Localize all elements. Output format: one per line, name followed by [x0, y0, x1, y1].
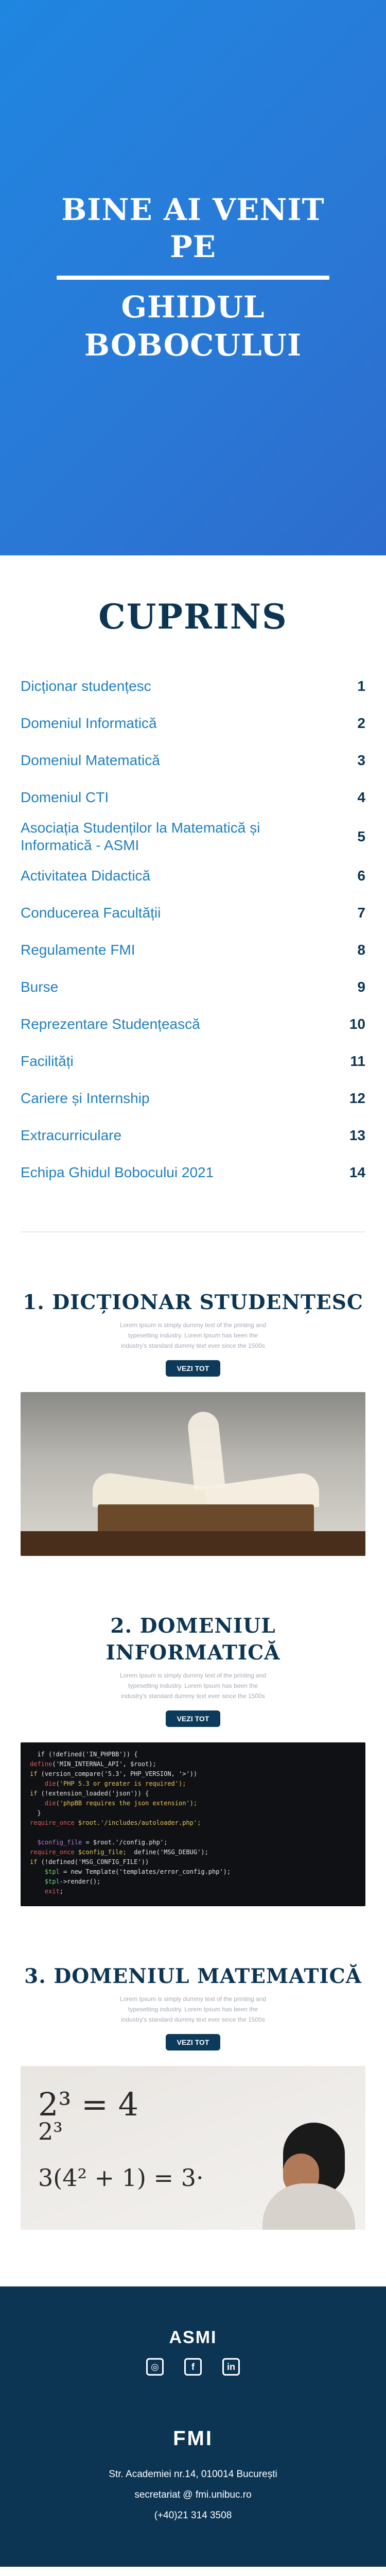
- toc-item[interactable]: Extracurriculare 13: [21, 1117, 365, 1154]
- toc-item-label[interactable]: Domeniul Informatică: [21, 715, 157, 732]
- code-line: if (version_compare('5.3', PHP_VERSION, …: [30, 1770, 198, 1777]
- toc-item-number: 6: [357, 868, 365, 884]
- toc-item-number: 5: [357, 828, 365, 844]
- code-line: if (!defined('MSG_CONFIG_FILE')): [30, 1858, 149, 1866]
- toc-item[interactable]: Echipa Ghidul Bobocului 2021 14: [21, 1154, 365, 1191]
- linkedin-icon[interactable]: in: [222, 2358, 240, 2376]
- toc-item-label[interactable]: Dicționar studențesc: [21, 677, 151, 695]
- toc-item[interactable]: Asociația Studenților la Matematică și I…: [21, 816, 365, 857]
- toc-item-number: 13: [349, 1127, 365, 1143]
- toc-item[interactable]: Burse 9: [21, 969, 365, 1006]
- toc-item[interactable]: Domeniul CTI 4: [21, 779, 365, 816]
- hero-title-line1: BINE AI VENIT PE: [61, 192, 325, 264]
- toc-item[interactable]: Conducerea Facultății 7: [21, 894, 365, 931]
- toc-item[interactable]: Cariere și Internship 12: [21, 1080, 365, 1117]
- view-all-button[interactable]: VEZI TOT: [165, 1360, 221, 1377]
- toc-list: Dicționar studențesc 1 Domeniul Informati…: [21, 668, 365, 1191]
- hero-title-line2: GHIDUL BOBOCULUI: [84, 290, 302, 363]
- toc-item[interactable]: Domeniul Informatică 2: [21, 705, 365, 742]
- toc-item-label[interactable]: Facilități: [21, 1053, 74, 1070]
- code-line: require_once $root.'/includes/autoloader…: [30, 1819, 201, 1826]
- footer-subtitle: FMI: [173, 2427, 213, 2450]
- social-links: ◎ f in: [0, 2358, 386, 2376]
- toc-item-number: 2: [357, 715, 365, 731]
- section-title: 1. DICȚIONAR STUDENȚESC: [23, 1291, 363, 1314]
- toc-item-label[interactable]: Activitatea Didactică: [21, 867, 150, 885]
- section-description: Lorem Ipsum is simply dummy text of the …: [119, 1672, 267, 1700]
- toc-item-number: 7: [357, 905, 365, 921]
- toc-item-number: 9: [357, 979, 365, 995]
- toc-item[interactable]: Reprezentare Studențească 10: [21, 1006, 365, 1043]
- child-body: [262, 2183, 355, 2230]
- code-line: require_once $config_file; define('MSG_D…: [30, 1849, 208, 1856]
- code-line: define('MIN_INTERNAL_API', $root);: [30, 1760, 156, 1768]
- toc-item-label[interactable]: Asociația Studenților la Matematică și I…: [21, 819, 309, 854]
- code-line: $tpl = new Template('templates/error_con…: [30, 1868, 231, 1875]
- footer-email[interactable]: secretariat @ fmi.unibuc.ro: [0, 2486, 386, 2504]
- toc-item-number: 4: [357, 789, 365, 805]
- footer-title: ASMI: [169, 2328, 217, 2347]
- toc-item-label[interactable]: Burse: [21, 978, 58, 996]
- code-line: die('phpBB requires the json extension')…: [30, 1800, 198, 1807]
- toc-item[interactable]: Regulamente FMI 8: [21, 931, 365, 969]
- section-description: Lorem Ipsum is simply dummy text of the …: [119, 1321, 267, 1349]
- toc-item-number: 8: [357, 942, 365, 958]
- code-line: exit;: [30, 1888, 64, 1895]
- toc-item-number: 12: [349, 1090, 365, 1106]
- section-title: 3. DOMENIUL MATEMATICĂ: [24, 1964, 362, 1988]
- table-surface: [21, 1531, 365, 1556]
- toc-item-label[interactable]: Reprezentare Studențească: [21, 1015, 200, 1033]
- view-all-button[interactable]: VEZI TOT: [165, 1710, 221, 1727]
- code-line: $tpl->render();: [30, 1878, 101, 1885]
- math-board-image: 2³ = 4 2³ 3(4² + 1) = 3·: [21, 2066, 365, 2230]
- book-flipping-page: [186, 1410, 225, 1490]
- code-line: }: [30, 1809, 41, 1817]
- toc-item-number: 14: [349, 1164, 365, 1180]
- code-screen-image: if (!defined('IN_PHPBB')) { define('MIN_…: [21, 1742, 365, 1906]
- toc-item-label[interactable]: Conducerea Facultății: [21, 904, 161, 922]
- section-description: Lorem Ipsum is simply dummy text of the …: [119, 1995, 267, 2023]
- open-book-image: [21, 1392, 365, 1556]
- toc-title: CUPRINS: [98, 597, 288, 637]
- table-of-contents: CUPRINS Dicționar studențesc 1 Domeniul I…: [0, 555, 386, 1232]
- toc-item[interactable]: Facilități 11: [21, 1043, 365, 1080]
- toc-item[interactable]: Activitatea Didactică 6: [21, 857, 365, 894]
- code-line: if (!extension_loaded('json')) {: [30, 1790, 149, 1797]
- toc-item-label[interactable]: Echipa Ghidul Bobocului 2021: [21, 1164, 214, 1181]
- code-line: $config_file = $root.'/config.php';: [30, 1839, 168, 1846]
- footer: ASMI ◎ f in FMI Str. Academiei nr.14, 01…: [0, 2286, 386, 2567]
- toc-item-label[interactable]: Domeniul Matematică: [21, 752, 160, 769]
- hero-banner: BINE AI VENIT PE GHIDUL BOBOCULUI: [0, 0, 386, 555]
- toc-item[interactable]: Dicționar studențesc 1: [21, 668, 365, 705]
- toc-item-number: 10: [349, 1016, 365, 1032]
- contact-info: Str. Academiei nr.14, 010014 București s…: [0, 2466, 386, 2524]
- toc-item-number: 3: [357, 752, 365, 768]
- footer-address: Str. Academiei nr.14, 010014 București: [109, 2469, 277, 2480]
- section-informatica: 2. DOMENIUL INFORMATICĂ Lorem Ipsum is s…: [0, 1556, 386, 1906]
- facebook-icon[interactable]: f: [184, 2358, 202, 2376]
- toc-item-number: 1: [357, 678, 365, 694]
- section-dictionar: 1. DICȚIONAR STUDENȚESC Lorem Ipsum is s…: [0, 1232, 386, 1556]
- view-all-button[interactable]: VEZI TOT: [165, 2034, 221, 2050]
- math-equation-2: 2³: [38, 2117, 63, 2145]
- book-cover: [98, 1504, 314, 1535]
- toc-item-label[interactable]: Regulamente FMI: [21, 941, 135, 959]
- math-equation-3: 3(4² + 1) = 3·: [38, 2164, 204, 2192]
- toc-item-label[interactable]: Domeniul CTI: [21, 789, 109, 806]
- footer-phone[interactable]: (+40)21 314 3508: [0, 2507, 386, 2524]
- code-line: die('PHP 5.3 or greater is required');: [30, 1780, 186, 1787]
- toc-item-label[interactable]: Cariere și Internship: [21, 1090, 150, 1107]
- instagram-icon[interactable]: ◎: [146, 2358, 164, 2376]
- section-title: 2. DOMENIUL INFORMATICĂ: [106, 1614, 280, 1665]
- section-matematica: 3. DOMENIUL MATEMATICĂ Lorem Ipsum is si…: [0, 1906, 386, 2230]
- code-line: if (!defined('IN_PHPBB')) {: [30, 1751, 138, 1758]
- toc-item-label[interactable]: Extracurriculare: [21, 1127, 121, 1144]
- hero-divider: [57, 276, 329, 280]
- toc-item-number: 11: [350, 1053, 365, 1069]
- toc-item[interactable]: Domeniul Matematică 3: [21, 742, 365, 779]
